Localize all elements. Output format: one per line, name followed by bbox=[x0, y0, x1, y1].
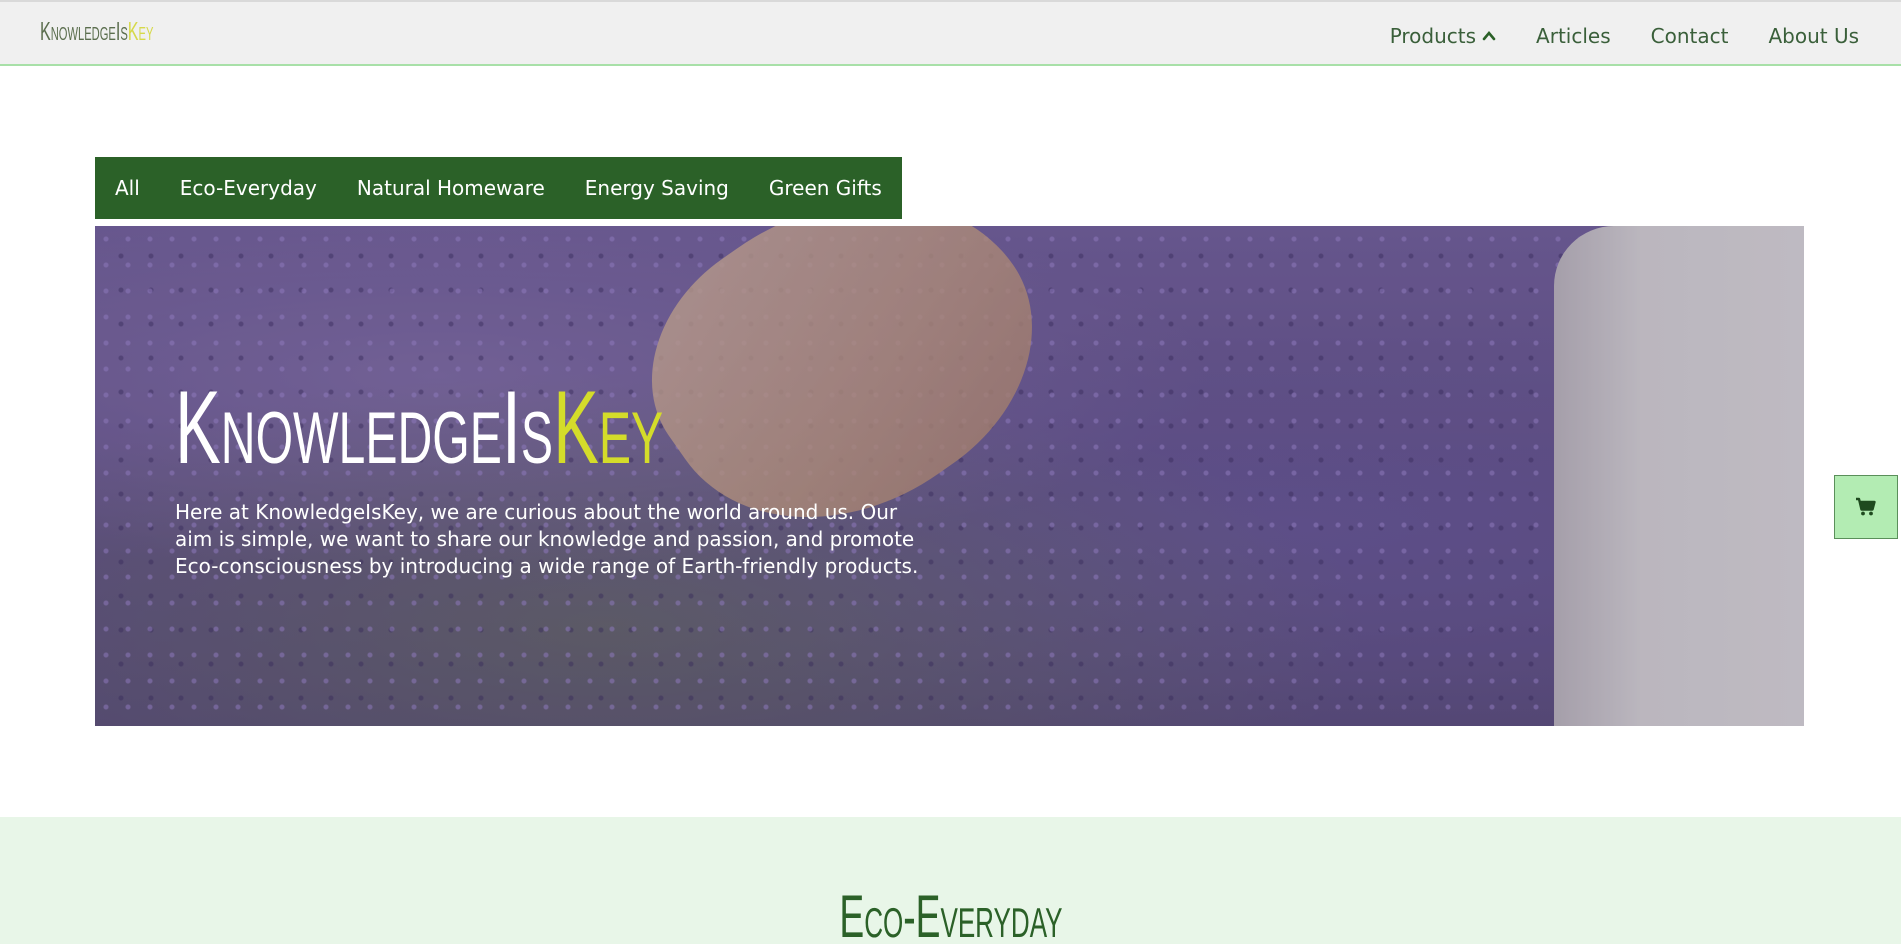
nav-articles-label: Articles bbox=[1536, 24, 1611, 48]
nav-contact-label: Contact bbox=[1650, 24, 1729, 48]
hero-description: Here at KnowledgeIsKey, we are curious a… bbox=[175, 500, 919, 578]
eco-everyday-section: Eco-Everyday bbox=[0, 817, 1901, 947]
category-tabs: All Eco-Everyday Natural Homeware Energy… bbox=[95, 157, 902, 219]
section-title: Eco-Everyday bbox=[0, 887, 1901, 947]
section-title-text: Eco-Everyday bbox=[838, 883, 1063, 950]
nav-about-us[interactable]: About Us bbox=[1768, 24, 1859, 48]
hero-banner: KnowledgeIsKey Here at KnowledgeIsKey, w… bbox=[95, 226, 1804, 726]
cart-button[interactable] bbox=[1834, 475, 1898, 539]
chevron-up-icon bbox=[1482, 30, 1496, 41]
hero-title-main: KnowledgeIs bbox=[175, 370, 554, 486]
nav-articles[interactable]: Articles bbox=[1536, 24, 1611, 48]
hero-title: KnowledgeIsKey bbox=[175, 376, 663, 480]
top-navbar: KnowledgeIsKey Products Articles Contact… bbox=[0, 0, 1901, 66]
category-tab-natural-homeware[interactable]: Natural Homeware bbox=[357, 176, 545, 200]
nav-contact[interactable]: Contact bbox=[1651, 24, 1729, 48]
logo-text-accent: Key bbox=[127, 16, 154, 46]
nav-products-label: Products bbox=[1389, 24, 1477, 48]
category-tab-green-gifts[interactable]: Green Gifts bbox=[769, 176, 882, 200]
category-tab-eco-everyday[interactable]: Eco-Everyday bbox=[180, 176, 317, 200]
nav-products[interactable]: Products bbox=[1390, 24, 1496, 48]
nav-about-us-label: About Us bbox=[1768, 24, 1859, 48]
main-nav: Products Articles Contact About Us bbox=[1390, 24, 1859, 48]
category-tab-energy-saving[interactable]: Energy Saving bbox=[585, 176, 729, 200]
logo-text-main: KnowledgeIs bbox=[40, 16, 128, 46]
shopping-cart-icon bbox=[1856, 497, 1876, 516]
hero-title-accent: Key bbox=[553, 370, 664, 486]
category-tab-all[interactable]: All bbox=[115, 176, 140, 200]
site-logo[interactable]: KnowledgeIsKey bbox=[40, 16, 153, 47]
